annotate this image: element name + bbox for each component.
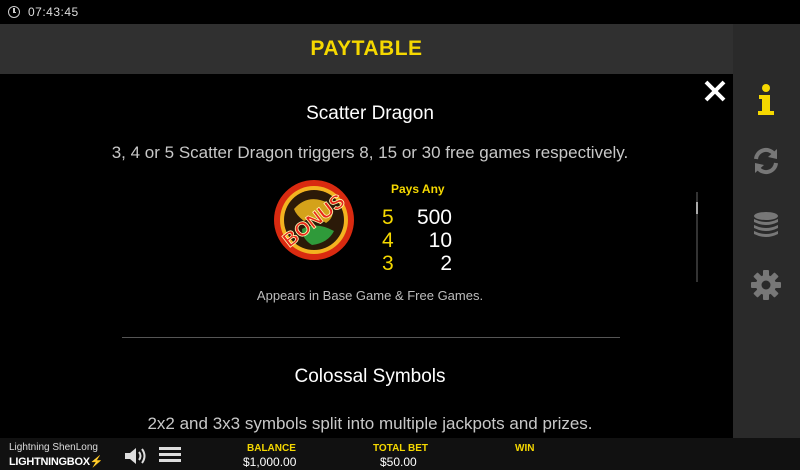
scatter-description: 3, 4 or 5 Scatter Dragon triggers 8, 15 …	[111, 143, 629, 162]
scrollbar-thumb[interactable]	[696, 202, 698, 214]
pay-amount: 10	[428, 229, 452, 252]
right-sidebar	[733, 24, 800, 438]
bet-button[interactable]	[746, 206, 786, 246]
brand-text: LIGHTNINGBOX	[9, 456, 90, 468]
pay-amount: 2	[440, 252, 452, 275]
coin-stack-icon	[754, 212, 778, 237]
bonus-symbol-icon: BONUS	[274, 180, 354, 260]
refresh-icon	[754, 147, 778, 175]
info-button[interactable]	[746, 80, 786, 120]
balance-label: BALANCE	[247, 443, 296, 454]
pay-count: 3	[382, 252, 394, 275]
page-title: PAYTABLE	[310, 37, 423, 60]
game-name: Lightning ShenLong	[9, 442, 98, 453]
win-label: WIN	[515, 443, 535, 454]
pay-amount: 500	[416, 206, 452, 229]
speaker-icon	[125, 448, 146, 464]
pay-count: 5	[382, 206, 394, 229]
colossal-description: 2x2 and 3x3 symbols split into multiple …	[147, 414, 593, 433]
scatter-note: Appears in Base Game & Free Games.	[256, 288, 484, 303]
section-divider	[122, 337, 620, 338]
menu-button[interactable]	[159, 447, 181, 463]
gear-icon	[751, 270, 781, 300]
pay-count: 4	[382, 229, 394, 252]
pay-row: 4 10	[382, 229, 482, 252]
clock-time: 07:43:45	[28, 5, 79, 19]
balance-value: $1,000.00	[243, 455, 297, 469]
settings-button[interactable]	[746, 265, 786, 305]
total-bet-value: $50.00	[380, 455, 417, 469]
colossal-title: Colossal Symbols	[294, 366, 446, 387]
paytable-header: PAYTABLE	[0, 24, 733, 74]
pay-row: 3 2	[382, 252, 482, 275]
scatter-title: Scatter Dragon	[306, 103, 434, 124]
menu-icon-bar	[159, 447, 181, 450]
info-icon	[758, 84, 774, 115]
total-bet-label: TOTAL BET	[373, 443, 428, 454]
clock-icon	[8, 6, 20, 18]
close-icon	[704, 80, 726, 102]
refresh-button[interactable]	[746, 141, 786, 181]
status-bar: 07:43:45	[0, 0, 800, 24]
pays-any-label: Pays Any	[391, 182, 445, 196]
menu-icon-bar	[159, 459, 181, 462]
pay-row: 5 500	[382, 206, 482, 229]
bottom-bar: Lightning ShenLong LIGHTNINGBOX⚡ BALANCE…	[0, 438, 800, 470]
close-button[interactable]	[703, 79, 727, 103]
brand-logo: LIGHTNINGBOX⚡	[9, 455, 103, 468]
menu-icon-bar	[159, 453, 181, 456]
sound-button[interactable]	[124, 447, 148, 470]
bolt-icon: ⚡	[89, 456, 104, 468]
